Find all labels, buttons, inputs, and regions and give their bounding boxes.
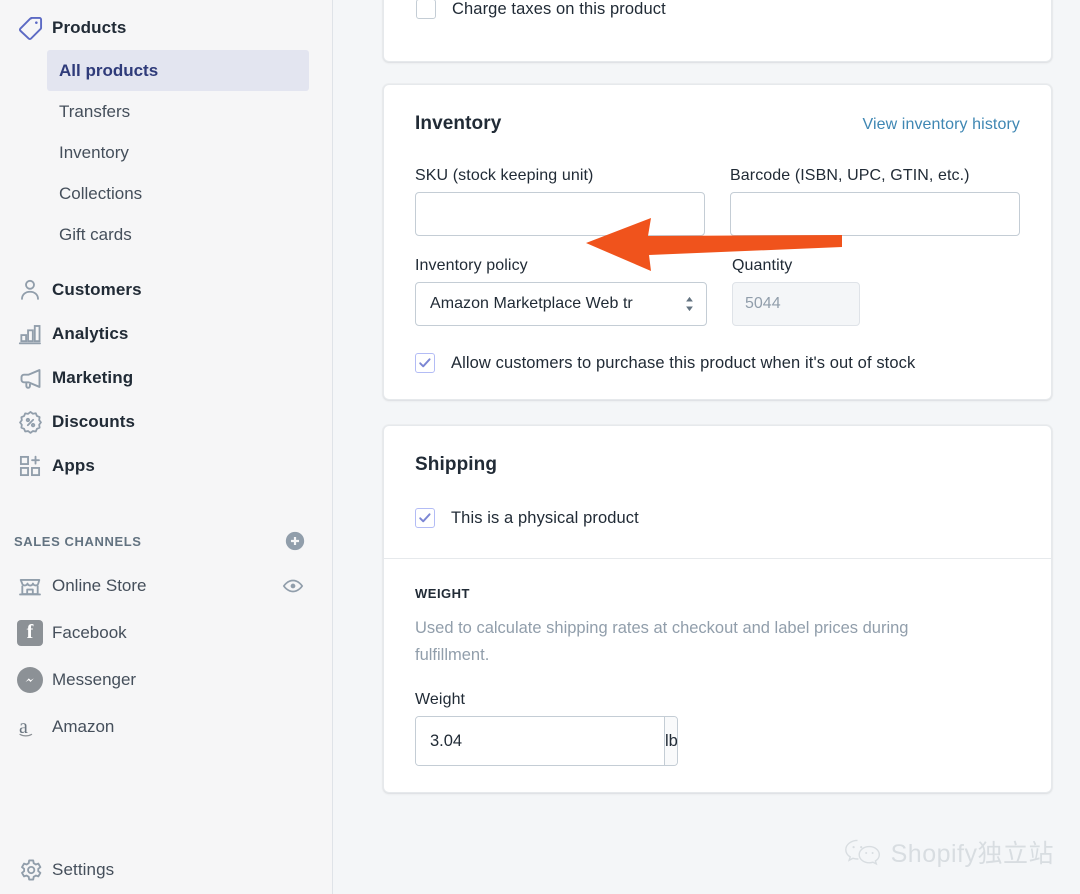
channel-label: Amazon [52, 717, 332, 737]
physical-product-label: This is a physical product [451, 509, 639, 528]
shopify-admin-product-page: Products All products Transfers Inventor… [0, 0, 1080, 894]
sidebar-subitem-gift-cards[interactable]: Gift cards [47, 214, 309, 255]
channel-label: Messenger [52, 670, 332, 690]
sku-label: SKU (stock keeping unit) [415, 167, 705, 185]
quantity-label: Quantity [732, 257, 860, 275]
discount-icon [8, 409, 52, 436]
weight-unit-select[interactable]: lb [664, 717, 678, 765]
weight-label: Weight [415, 691, 1020, 709]
pricing-card: Charge taxes on this product [383, 0, 1052, 62]
charge-taxes-row[interactable]: Charge taxes on this product [416, 0, 666, 19]
sidebar-channel-online-store[interactable]: Online Store [0, 562, 332, 609]
products-subnav: All products Transfers Inventory Collect… [0, 50, 332, 255]
main-content: Charge taxes on this product Inventory V… [333, 0, 1080, 894]
channel-label: Online Store [52, 576, 282, 596]
channel-label: Facebook [52, 623, 332, 643]
sidebar-channel-facebook[interactable]: f Facebook [0, 609, 332, 656]
barcode-field: Barcode (ISBN, UPC, GTIN, etc.) [730, 167, 1020, 236]
weight-heading: WEIGHT [415, 586, 1020, 601]
apps-icon [8, 453, 52, 479]
amazon-icon: a [8, 713, 52, 741]
inventory-title: Inventory [415, 113, 501, 135]
inventory-card: Inventory View inventory history SKU (st… [383, 84, 1052, 400]
barcode-label: Barcode (ISBN, UPC, GTIN, etc.) [730, 167, 1020, 185]
inventory-policy-label: Inventory policy [415, 257, 707, 275]
tag-icon [8, 15, 52, 42]
sidebar-item-marketing[interactable]: Marketing [0, 356, 332, 400]
sidebar-item-settings[interactable]: Settings [0, 846, 332, 894]
weight-field: Weight lb [415, 691, 1020, 766]
megaphone-icon [8, 365, 52, 392]
weight-combo: lb [415, 716, 678, 766]
sidebar-item-label: Marketing [52, 368, 133, 388]
analytics-icon [8, 321, 52, 347]
store-icon [8, 573, 52, 599]
sidebar-item-apps[interactable]: Apps [0, 444, 332, 488]
sidebar-item-customers[interactable]: Customers [0, 268, 332, 312]
customer-icon [8, 277, 52, 303]
view-inventory-history-link[interactable]: View inventory history [862, 116, 1020, 134]
sidebar-subitem-transfers[interactable]: Transfers [47, 91, 309, 132]
quantity-input[interactable] [732, 282, 860, 326]
sku-field: SKU (stock keeping unit) [415, 167, 705, 236]
sales-channels-header: SALES CHANNELS [0, 520, 332, 562]
allow-oos-purchase-checkbox[interactable] [415, 353, 435, 373]
facebook-icon: f [8, 620, 52, 646]
subitem-label: Transfers [59, 102, 130, 122]
sidebar-item-label: Settings [52, 860, 114, 880]
barcode-input[interactable] [730, 192, 1020, 236]
messenger-icon [8, 667, 52, 693]
sidebar-item-analytics[interactable]: Analytics [0, 312, 332, 356]
shipping-card: Shipping This is a physical product WEIG… [383, 425, 1052, 793]
charge-taxes-label: Charge taxes on this product [452, 0, 666, 19]
sidebar-subitem-collections[interactable]: Collections [47, 173, 309, 214]
inventory-policy-field: Inventory policy Amazon Marketplace Web … [415, 257, 707, 326]
sidebar-item-label: Apps [52, 456, 95, 476]
plus-circle-icon[interactable] [284, 530, 306, 552]
shipping-title: Shipping [415, 454, 497, 475]
chevron-updown-icon [683, 295, 696, 314]
physical-product-checkbox[interactable] [415, 508, 435, 528]
sidebar-channel-amazon[interactable]: a Amazon [0, 703, 332, 750]
sidebar-item-label: Discounts [52, 412, 135, 432]
sidebar: Products All products Transfers Inventor… [0, 0, 333, 894]
sidebar-item-discounts[interactable]: Discounts [0, 400, 332, 444]
inventory-policy-value: Amazon Marketplace Web tr [416, 295, 706, 313]
weight-help-text: Used to calculate shipping rates at chec… [415, 615, 975, 669]
allow-oos-purchase-label: Allow customers to purchase this product… [451, 354, 915, 373]
physical-product-row[interactable]: This is a physical product [415, 508, 1020, 528]
sidebar-subitem-inventory[interactable]: Inventory [47, 132, 309, 173]
subitem-label: Inventory [59, 143, 129, 163]
inventory-policy-select[interactable]: Amazon Marketplace Web tr [415, 282, 707, 326]
policy-quantity-row: Inventory policy Amazon Marketplace Web … [415, 257, 1020, 326]
eye-icon[interactable] [282, 575, 332, 597]
sidebar-item-label: Products [52, 18, 126, 38]
subitem-label: All products [59, 61, 158, 81]
quantity-field: Quantity [732, 257, 860, 326]
sku-input[interactable] [415, 192, 705, 236]
sidebar-item-label: Analytics [52, 324, 129, 344]
weight-unit-value: lb [665, 732, 678, 751]
sku-barcode-row: SKU (stock keeping unit) Barcode (ISBN, … [415, 167, 1020, 236]
gear-icon [8, 857, 52, 883]
sales-channels-title: SALES CHANNELS [8, 534, 142, 549]
sidebar-item-products[interactable]: Products [0, 6, 332, 50]
inventory-header: Inventory View inventory history [415, 113, 1020, 135]
allow-oos-purchase-row[interactable]: Allow customers to purchase this product… [415, 353, 1020, 373]
sidebar-subitem-all-products[interactable]: All products [47, 50, 309, 91]
subitem-label: Gift cards [59, 225, 132, 245]
sidebar-item-label: Customers [52, 280, 142, 300]
weight-section: WEIGHT Used to calculate shipping rates … [384, 559, 1051, 792]
charge-taxes-checkbox[interactable] [416, 0, 436, 19]
weight-input[interactable] [416, 717, 664, 765]
sidebar-channel-messenger[interactable]: Messenger [0, 656, 332, 703]
subitem-label: Collections [59, 184, 142, 204]
